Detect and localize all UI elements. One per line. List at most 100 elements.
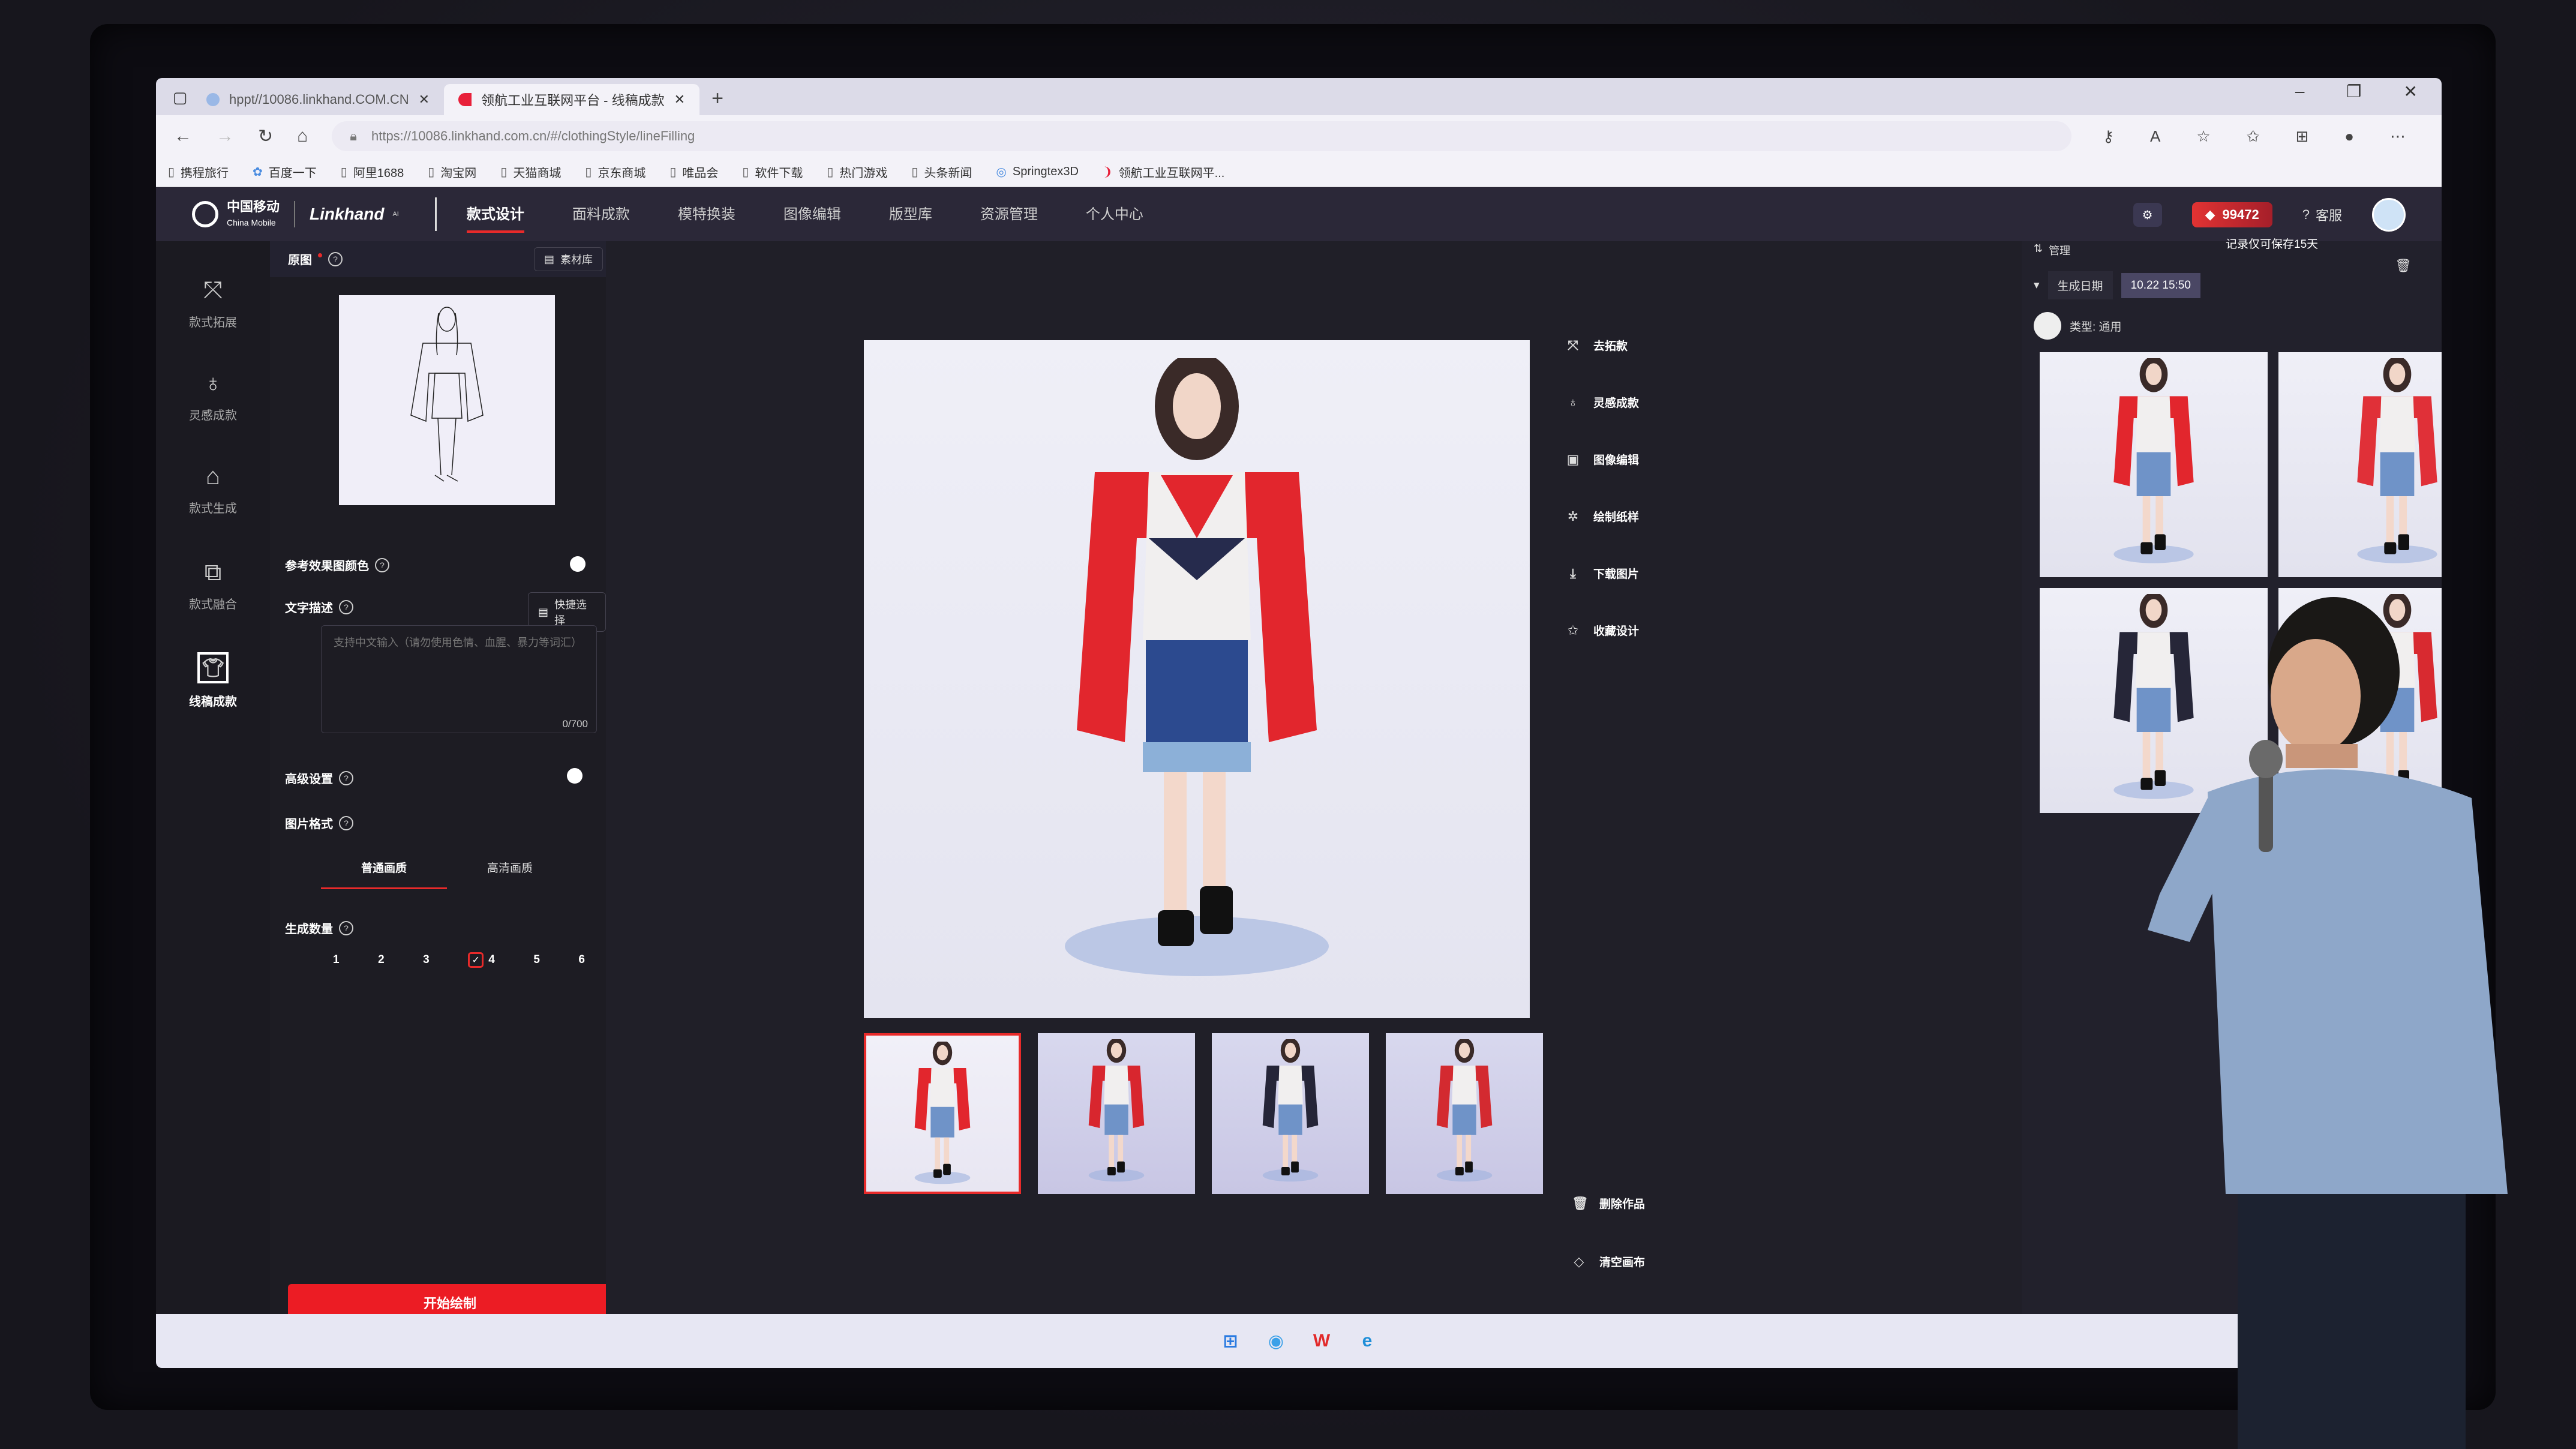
ref-color-toggle[interactable] bbox=[570, 556, 586, 572]
action-image-edit[interactable]: ▣ 图像编辑 bbox=[1566, 451, 1639, 467]
manage-button[interactable]: ⇅ 管理 bbox=[2034, 242, 2070, 258]
back-button[interactable]: ← bbox=[174, 126, 192, 146]
action-draw-pattern[interactable]: ✲ 绘制纸样 bbox=[1566, 508, 1639, 524]
bookmark-item[interactable]: ▯ 软件下载 bbox=[742, 163, 803, 181]
trash-icon[interactable]: 🗑︎ bbox=[2395, 258, 2412, 274]
bookmark-item[interactable]: ▯ 携程旅行 bbox=[168, 163, 229, 181]
url-input[interactable]: 🔒︎ https://10086.linkhand.com.cn/#/cloth… bbox=[332, 121, 2072, 151]
thumbnail[interactable] bbox=[1038, 1033, 1195, 1194]
key-icon[interactable]: ⚷ bbox=[2103, 127, 2114, 146]
wps-icon[interactable]: W bbox=[1310, 1329, 1334, 1353]
edge-icon[interactable]: e bbox=[1355, 1329, 1379, 1353]
windows-start-icon[interactable]: ⊞ bbox=[1218, 1329, 1242, 1353]
support-link[interactable]: ? 客服 bbox=[2302, 205, 2342, 224]
bookmark-item[interactable]: ▯ 唯品会 bbox=[669, 163, 718, 181]
checkbox-checked-icon[interactable]: ✓ bbox=[468, 952, 484, 968]
nav-fabric-style[interactable]: 面料成款 bbox=[572, 202, 630, 227]
count-option-4[interactable]: ✓ 4 bbox=[468, 952, 495, 968]
close-tab-icon[interactable]: ✕ bbox=[674, 92, 685, 107]
nav-pattern-lib[interactable]: 版型库 bbox=[889, 202, 932, 227]
nav-style-design[interactable]: 款式设计 bbox=[466, 202, 524, 233]
history-image[interactable] bbox=[2040, 352, 2268, 577]
user-avatar[interactable] bbox=[2372, 198, 2406, 232]
help-icon[interactable]: ? bbox=[339, 770, 353, 785]
count-option-6[interactable]: 6 bbox=[578, 952, 585, 968]
forward-button[interactable]: → bbox=[216, 126, 234, 146]
browser-toolbar-icons: ⚷ A ☆ ✩ ⊞ ● ⋯ bbox=[2103, 127, 2406, 146]
nav-resource-mgmt[interactable]: 资源管理 bbox=[980, 202, 1038, 227]
profile-icon[interactable]: ● bbox=[2344, 127, 2354, 146]
count-option-2[interactable]: 2 bbox=[378, 952, 385, 968]
browser-tab-active[interactable]: 领航工业互联网平台 - 线稿成款 ✕ bbox=[444, 84, 700, 115]
close-window-button[interactable]: ✕ bbox=[2404, 82, 2418, 101]
action-label: 清空画布 bbox=[1599, 1256, 1646, 1269]
browser-tab[interactable]: hppt//10086.linkhand.COM.CN ✕ bbox=[192, 84, 444, 115]
thumb-figure bbox=[914, 1042, 971, 1184]
advanced-settings-toggle[interactable] bbox=[567, 768, 583, 784]
action-favorite[interactable]: ✩ 收藏设计 bbox=[1566, 622, 1639, 638]
thumbnail[interactable] bbox=[864, 1033, 1021, 1194]
thumbnail[interactable] bbox=[1212, 1033, 1369, 1194]
figure-shorts bbox=[1278, 1104, 1302, 1135]
sketch-image[interactable] bbox=[339, 295, 555, 505]
count-option-1[interactable]: 1 bbox=[333, 952, 340, 968]
action-inspiration[interactable]: ♁ 灵感成款 bbox=[1566, 394, 1639, 410]
logo[interactable]: 中国移动 China Mobile Linkhand AI bbox=[192, 199, 399, 229]
rail-item-generate[interactable]: ⌂ 款式生成 bbox=[156, 463, 270, 516]
help-icon[interactable]: ? bbox=[339, 920, 353, 935]
rail-item-expand[interactable]: ⤧ 款式拓展 bbox=[156, 277, 270, 330]
action-delete[interactable]: 🗑︎ 删除作品 bbox=[1572, 1195, 1645, 1211]
material-library-button[interactable]: ▤ 素材库 bbox=[534, 247, 604, 271]
thumbnail[interactable] bbox=[1386, 1033, 1543, 1194]
list-icon: ▤ bbox=[538, 605, 549, 618]
bookmark-item[interactable]: ❩ 领航工业互联网平... bbox=[1103, 163, 1224, 181]
bookmark-item[interactable]: ◎ Springtex3D bbox=[996, 164, 1079, 179]
bookmark-item[interactable]: ▯ 阿里1688 bbox=[341, 163, 404, 181]
action-clear-canvas[interactable]: ◇ 清空画布 bbox=[1572, 1253, 1645, 1270]
nav-image-edit[interactable]: 图像编辑 bbox=[783, 202, 841, 227]
bookmark-item[interactable]: ▯ 热门游戏 bbox=[827, 163, 887, 181]
nav-personal-center[interactable]: 个人中心 bbox=[1086, 202, 1143, 227]
bookmark-item[interactable]: ▯ 京东商城 bbox=[585, 163, 645, 181]
tab-hd-quality[interactable]: 高清画质 bbox=[447, 859, 573, 889]
more-icon[interactable]: ⋯ bbox=[2390, 127, 2406, 146]
restore-button[interactable]: ❐ bbox=[2346, 82, 2361, 101]
count-option-5[interactable]: 5 bbox=[533, 952, 540, 968]
action-expand[interactable]: ⤧ 去拓款 bbox=[1566, 337, 1639, 353]
read-aloud-icon[interactable]: A bbox=[2150, 127, 2160, 146]
history-image[interactable] bbox=[2278, 352, 2442, 577]
collections-icon[interactable]: ⊞ bbox=[2295, 127, 2308, 146]
figure-leg bbox=[1109, 1135, 1115, 1167]
favorites-icon[interactable]: ✩ bbox=[2247, 127, 2260, 146]
help-icon[interactable]: ? bbox=[339, 815, 353, 830]
browser-icon[interactable]: ◉ bbox=[1264, 1329, 1288, 1353]
rail-item-merge[interactable]: ⧉ 款式融合 bbox=[156, 559, 270, 612]
close-tab-icon[interactable]: ✕ bbox=[419, 92, 430, 107]
tool-icon[interactable]: ⚙ bbox=[2133, 203, 2162, 227]
tab-normal-quality[interactable]: 普通画质 bbox=[321, 859, 447, 889]
count-option-3[interactable]: 3 bbox=[423, 952, 430, 968]
new-tab-button[interactable]: + bbox=[711, 87, 723, 110]
reload-button[interactable]: ↻ bbox=[258, 126, 273, 147]
nav-model-outfit[interactable]: 模特换装 bbox=[678, 202, 735, 227]
minimize-button[interactable]: – bbox=[2295, 82, 2305, 101]
lock-icon: 🔒︎ bbox=[350, 128, 357, 143]
bookmark-item[interactable]: ✿ 百度一下 bbox=[253, 163, 317, 181]
points-badge[interactable]: ◆ 99472 bbox=[2191, 202, 2272, 227]
button-label: 素材库 bbox=[560, 254, 593, 266]
bookmark-item[interactable]: ▯ 淘宝网 bbox=[428, 163, 476, 181]
bookmark-item[interactable]: ▯ 头条新闻 bbox=[911, 163, 972, 181]
text-description-input[interactable] bbox=[321, 625, 597, 733]
home-button[interactable]: ⌂ bbox=[297, 126, 308, 146]
help-icon[interactable]: ? bbox=[328, 251, 343, 266]
date-group[interactable]: ▾ 生成日期 10.22 15:50 bbox=[2034, 271, 2200, 299]
rail-item-inspiration[interactable]: ♁ 灵感成款 bbox=[156, 370, 270, 423]
help-icon[interactable]: ? bbox=[375, 557, 389, 572]
generated-main-image[interactable] bbox=[864, 340, 1530, 1018]
help-icon[interactable]: ? bbox=[339, 599, 353, 614]
tab-actions-icon[interactable]: ▢ bbox=[168, 85, 192, 109]
rail-item-line-to-style[interactable]: 👕︎ 线稿成款 bbox=[156, 652, 270, 709]
add-favorite-icon[interactable]: ☆ bbox=[2196, 127, 2210, 146]
bookmark-item[interactable]: ▯ 天猫商城 bbox=[500, 163, 561, 181]
action-download[interactable]: ⤓ 下载图片 bbox=[1566, 565, 1639, 581]
